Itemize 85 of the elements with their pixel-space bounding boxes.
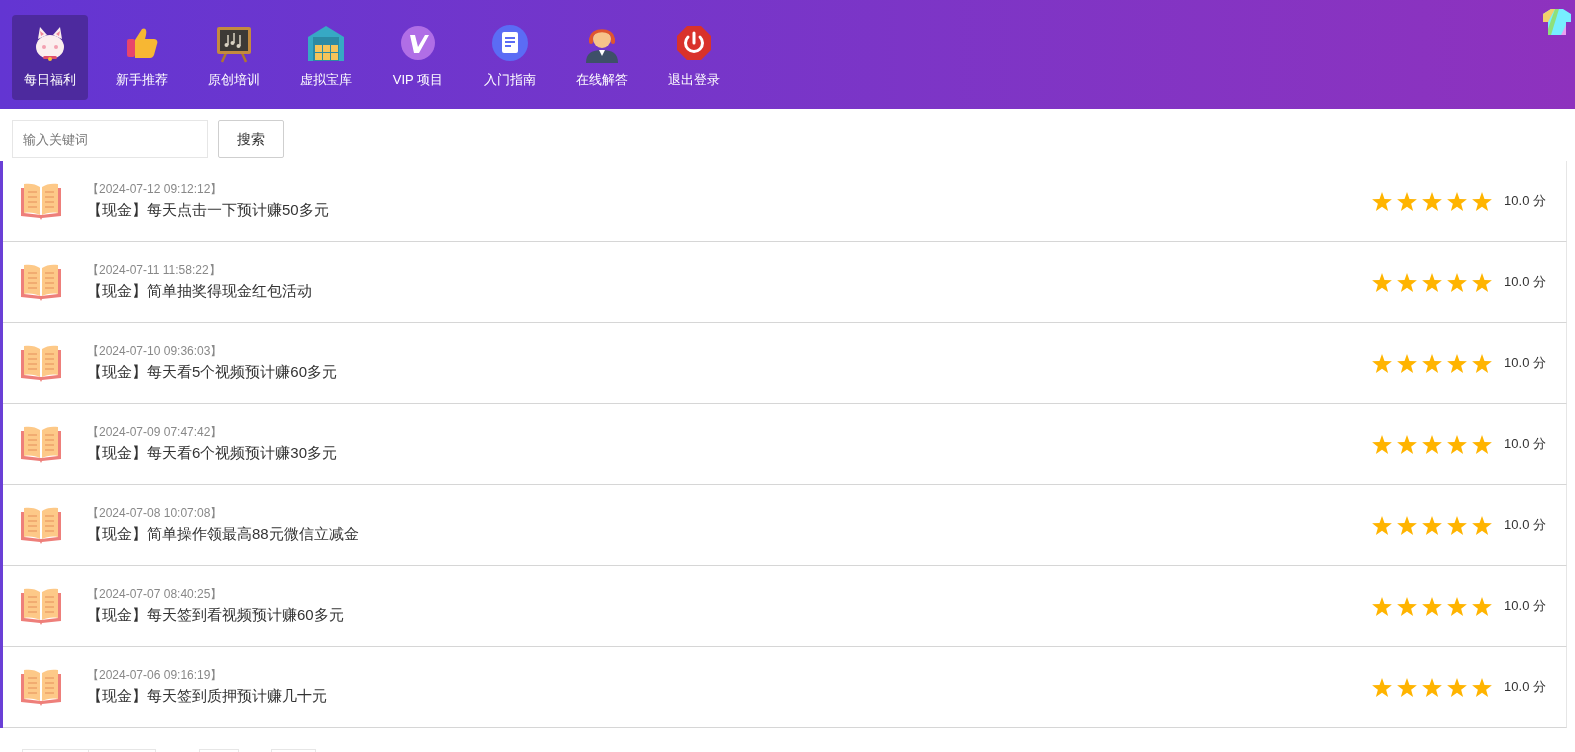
item-date: 【2024-07-08 10:07:08】 [87,505,224,523]
star-icon [1422,272,1443,292]
nav-tab[interactable]: VIP 项目 [380,15,456,100]
book-icon [20,182,62,220]
item-score: 10.0 分 [1504,678,1546,697]
vip-icon [398,23,438,63]
nav-tab[interactable]: 每日福利 [12,15,88,100]
list-row[interactable]: 【2024-07-09 07:47:42】 【现金】每天看6个视频预计赚30多元 10.0 分 [3,404,1567,485]
star-icon [1472,272,1493,292]
list-row[interactable]: 【2024-07-12 09:12:12】 【现金】每天点击一下预计赚50多元 10.0 分 [3,161,1567,242]
star-icon [1372,515,1393,535]
item-date: 【2024-07-07 08:40:25】 [87,586,224,604]
list-row[interactable]: 【2024-07-08 10:07:08】 【现金】简单操作领最高88元微信立减金 10.0 分 [3,485,1567,566]
book-icon [20,263,62,301]
nav-tab[interactable]: 原创培训 [196,15,272,100]
star-icon [1372,353,1393,373]
book-icon [20,425,62,463]
item-date: 【2024-07-09 07:47:42】 [87,424,224,442]
star-icon [1447,515,1468,535]
star-icon [1472,596,1493,616]
item-title[interactable]: 【现金】每天签到看视频预计赚60多元 [87,604,1373,627]
star-icon [1447,272,1468,292]
book-icon [20,668,62,706]
item-date: 【2024-07-12 09:12:12】 [87,181,224,199]
star-icon [1372,596,1393,616]
nav-tab[interactable]: 虚拟宝库 [288,15,364,100]
star-icon [1472,677,1493,697]
list-row[interactable]: 【2024-07-11 11:58:22】 【现金】简单抽奖得现金红包活动 10.0 分 [3,242,1567,323]
nav-tab[interactable]: 退出登录 [656,15,732,100]
star-icon [1372,272,1393,292]
item-score: 10.0 分 [1504,192,1546,211]
star-icon [1422,515,1443,535]
item-date: 【2024-07-10 09:36:03】 [87,343,224,361]
item-title[interactable]: 【现金】每天看6个视频预计赚30多元 [87,442,1373,465]
power-icon [674,23,714,63]
list-row[interactable]: 【2024-07-07 08:40:25】 【现金】每天签到看视频预计赚60多元 10.0 分 [3,566,1567,647]
star-icon [1397,272,1418,292]
star-icon [1472,434,1493,454]
star-icon [1472,515,1493,535]
warehouse-icon [306,23,346,63]
star-icon [1422,353,1443,373]
item-date: 【2024-07-06 09:16:19】 [87,667,224,685]
item-title[interactable]: 【现金】简单抽奖得现金红包活动 [87,280,1373,303]
star-icon [1472,353,1493,373]
search-button[interactable]: 搜索 [218,120,284,158]
book-icon [20,587,62,625]
item-title[interactable]: 【现金】每天签到质押预计赚几十元 [87,685,1373,708]
shirt-icon[interactable] [1543,9,1571,35]
star-icon [1447,353,1468,373]
item-score: 10.0 分 [1504,435,1546,454]
star-icon [1422,677,1443,697]
star-icon [1397,191,1418,211]
star-icon [1472,191,1493,211]
item-title[interactable]: 【现金】每天点击一下预计赚50多元 [87,199,1373,222]
star-icon [1422,191,1443,211]
item-title[interactable]: 【现金】每天看5个视频预计赚60多元 [87,361,1373,384]
search-field[interactable]: 输入关键词 [12,120,208,158]
star-icon [1397,353,1418,373]
star-icon [1447,191,1468,211]
item-score: 10.0 分 [1504,354,1546,373]
star-icon [1422,434,1443,454]
book-icon [20,344,62,382]
list-row[interactable]: 【2024-07-06 09:16:19】 【现金】每天签到质押预计赚几十元 10.0 分 [3,647,1567,728]
star-icon [1397,434,1418,454]
list-row[interactable]: 【2024-07-10 09:36:03】 【现金】每天看5个视频预计赚60多元 10.0 分 [3,323,1567,404]
star-icon [1422,596,1443,616]
star-icon [1397,677,1418,697]
star-icon [1447,677,1468,697]
document-icon [490,23,530,63]
item-score: 10.0 分 [1504,597,1546,616]
star-icon [1447,434,1468,454]
star-icon [1397,515,1418,535]
star-icon [1372,677,1393,697]
star-icon [1397,596,1418,616]
nav-tab[interactable]: 在线解答 [564,15,640,100]
book-icon [20,506,62,544]
item-score: 10.0 分 [1504,273,1546,292]
nav-tab[interactable]: 新手推荐 [104,15,180,100]
star-icon [1372,191,1393,211]
star-icon [1447,596,1468,616]
star-icon [1372,434,1393,454]
nav-tab[interactable]: 入门指南 [472,15,548,100]
item-title[interactable]: 【现金】简单操作领最高88元微信立减金 [87,523,1373,546]
item-score: 10.0 分 [1504,516,1546,535]
item-date: 【2024-07-11 11:58:22】 [87,262,222,280]
